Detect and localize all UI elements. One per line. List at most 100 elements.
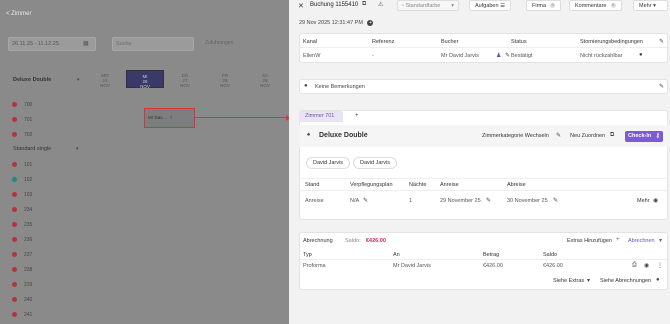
cell-referenz: - [372, 53, 374, 59]
col-saldo: Saldo [543, 252, 558, 258]
booking-panel: ✕ Buchung 1155410 ⧉ ⚠ ▫ Standardfarbe ▾ … [289, 0, 670, 324]
created-timestamp: 29 Nov 2025 12:31:47 PM + [299, 20, 374, 26]
checkin-button[interactable]: Check-In ⚷ [625, 131, 663, 142]
edit-icon[interactable]: ✎ [659, 38, 664, 45]
cell-saldo: €426.00 [543, 263, 563, 269]
booking-info-card: Kanal Referenz Bucher Status Stornierung… [299, 33, 668, 63]
day-column: DO 27 NOV [180, 73, 190, 88]
chevron-down-icon[interactable]: ▾ [77, 77, 80, 83]
room-row: 241 [24, 312, 33, 318]
room-row: 101 [24, 162, 33, 168]
edit-icon[interactable]: ✎ [659, 83, 664, 90]
highlighted-booking[interactable]: Mr Dav... ☾ [144, 108, 195, 128]
company-button[interactable]: Firma 0 [526, 0, 562, 11]
comments-count: 0 [610, 3, 616, 9]
room-status-dot [12, 117, 17, 122]
filter-label[interactable]: Zufuhrungen [205, 40, 233, 46]
more-room-button[interactable]: Mehr [637, 198, 650, 204]
cell-verpflegung: N/A [350, 198, 360, 204]
room-header: ♠ Deluxe Double Zimmerkategorie Wechseln… [299, 125, 669, 147]
divider [300, 259, 667, 260]
col-referenz: Referenz [372, 39, 395, 45]
cell-anreise: 29 November 25 [440, 198, 481, 204]
print-icon[interactable]: ⎙ [632, 262, 637, 269]
warning-icon[interactable]: ⚠ [378, 1, 383, 8]
divider [300, 47, 667, 48]
cell-naechte: 1 [409, 198, 413, 204]
comments-button[interactable]: Kommentare 0 [569, 0, 622, 11]
tab-zimmer-701[interactable]: Zimmer 701 [299, 111, 343, 122]
edit-icon[interactable]: ✎ [556, 132, 561, 139]
more-label: Mehr [639, 3, 652, 9]
guest-chip[interactable]: David Jarvis [306, 157, 350, 169]
more-vertical-icon[interactable]: ⋮ [657, 262, 663, 269]
col-status: Status [511, 39, 527, 45]
bed-icon: ♠ [307, 132, 311, 138]
col-stand: Stand [305, 182, 320, 188]
back-link[interactable]: < Zimmer [6, 11, 32, 17]
info-icon[interactable]: ● [639, 52, 643, 58]
close-icon[interactable]: ✕ [298, 2, 304, 10]
room-status-dot [12, 207, 17, 212]
copy-icon[interactable]: ⧉ [362, 1, 366, 8]
room-status-dot [12, 132, 17, 137]
see-billing-button[interactable]: Siehe Abrechnungen [600, 278, 651, 284]
change-category-button[interactable]: Zimmerkategorie Wechseln [482, 133, 549, 139]
divider [299, 178, 668, 179]
room-row: 102 [24, 177, 33, 183]
plus-icon[interactable]: + [616, 237, 620, 243]
cell-betrag: €426.00 [483, 263, 503, 269]
chevron-down-icon[interactable]: ▾ [659, 237, 662, 244]
chevron-down-icon[interactable]: ▾ [76, 146, 79, 152]
edit-icon[interactable]: ✎ [363, 197, 368, 204]
eye-icon[interactable]: ◉ [653, 197, 658, 204]
chevron-down-icon: ▾ [653, 3, 656, 9]
room-status-dot [12, 237, 17, 242]
col-verpflegung: Verpflegungsplan [350, 182, 393, 188]
room-status-dot [12, 162, 17, 167]
category-deluxe[interactable]: Deluxe Double [13, 77, 51, 83]
category-standard[interactable]: Standard single [13, 146, 51, 152]
room-row: 240 [24, 297, 33, 303]
see-extras-button[interactable]: Siehe Extras [553, 278, 584, 284]
edit-icon[interactable]: ✎ [486, 197, 491, 204]
col-storno: Stornierungsbedingungen [580, 39, 643, 45]
calendar-icon[interactable]: ▦ [83, 40, 89, 47]
cell-storno: Nicht rückzahlbar [580, 53, 623, 59]
add-icon[interactable]: + [367, 20, 374, 26]
room-status-dot [12, 177, 17, 182]
room-row: 103 [24, 192, 33, 198]
calendar-background: < Zimmer 26.11.25 - 11.12.25 ▦ Suche Zuf… [0, 0, 289, 324]
search-input[interactable]: Suche [112, 37, 194, 51]
edit-icon[interactable]: ✎ [505, 52, 510, 59]
room-status-dot [12, 252, 17, 257]
cell-abreise: 30 November 25 [507, 198, 548, 204]
room-row: 700 [24, 102, 33, 108]
more-button[interactable]: Mehr ▾ [633, 0, 668, 11]
room-row: 238 [24, 267, 33, 273]
day-column: FR 28 NOV [220, 73, 230, 88]
edit-icon[interactable]: ✎ [553, 197, 558, 204]
tasks-label: Aufgaben [475, 3, 499, 9]
color-select[interactable]: ▫ Standardfarbe ▾ [397, 0, 459, 11]
add-tab-button[interactable]: + [355, 113, 359, 119]
guest-chip[interactable]: David Jarvis [353, 157, 397, 169]
tasks-button[interactable]: Aufgaben ☰ [469, 0, 512, 11]
cart-icon[interactable]: ▾ [587, 277, 590, 284]
extras-add-button[interactable]: Extras Hinzufügen [567, 238, 612, 244]
cell-bucher[interactable]: Mr David Jarvis [441, 53, 479, 59]
eye-icon[interactable]: ◉ [644, 262, 649, 269]
remarks-text: Keine Bemerkungen [315, 84, 365, 90]
checkin-label: Check-In [628, 133, 652, 139]
copy-icon[interactable]: ⧉ [610, 132, 614, 139]
list-icon: ☰ [500, 3, 506, 9]
color-select-value: Standardfarbe [405, 3, 441, 9]
cell-kanal: EllenW [303, 53, 321, 59]
room-row: 234 [24, 207, 33, 213]
room-status-dot [12, 192, 17, 197]
cell-an: Mr David Jarvis [393, 263, 431, 269]
billing-button[interactable]: Abrechnen [628, 238, 655, 244]
panel-header: ✕ Buchung 1155410 ⧉ ⚠ ▫ Standardfarbe ▾ … [289, 0, 670, 12]
info-icon[interactable]: ● [656, 277, 660, 283]
reassign-button[interactable]: Neu Zuordnen [570, 133, 605, 139]
